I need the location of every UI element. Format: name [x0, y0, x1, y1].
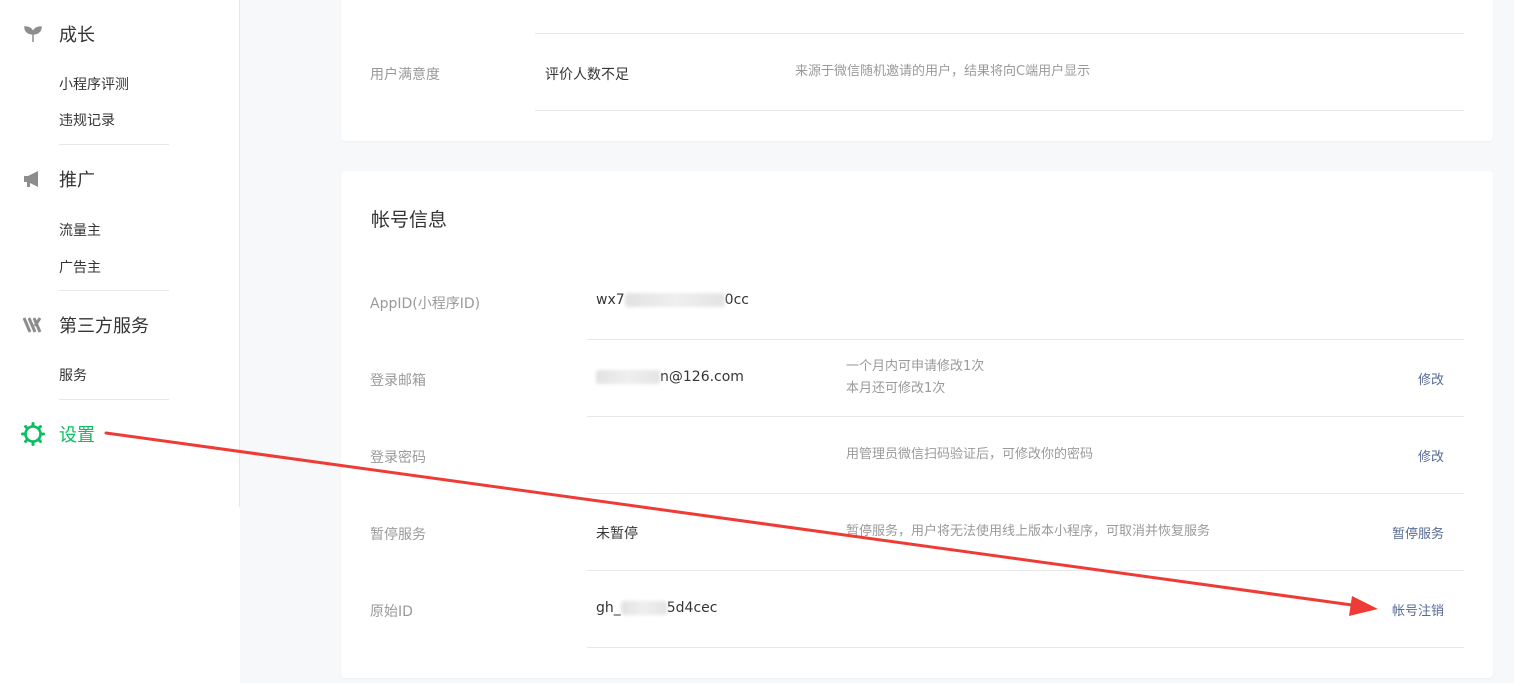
pause-service-link[interactable]: 暂停服务: [1392, 523, 1444, 542]
row-divider: [587, 493, 1464, 494]
pause-service-label: 暂停服务: [370, 527, 426, 543]
sidebar-divider: [59, 144, 169, 145]
satisfaction-value: 评价人数不足: [545, 67, 629, 83]
gear-icon: [20, 421, 46, 447]
edit-password-link[interactable]: 修改: [1418, 446, 1444, 465]
row-divider: [587, 339, 1464, 340]
email-desc: 一个月内可申请修改1次 本月还可修改1次: [846, 359, 985, 396]
redacted-blur: [620, 601, 667, 615]
appid-label: AppID(小程序ID): [370, 296, 481, 312]
sidebar-section-settings[interactable]: 设置: [20, 421, 95, 447]
sidebar-section-label: 第三方服务: [59, 316, 149, 337]
sidebar-section-promotion[interactable]: 推广: [20, 166, 95, 192]
card-title: 帐号信息: [371, 209, 448, 231]
original-id-value: gh_ 5d4cec: [596, 600, 718, 616]
account-info-card: 帐号信息 AppID(小程序ID) wx7 0cc 登录邮箱 n@126.com …: [341, 171, 1493, 678]
row-divider: [587, 570, 1464, 571]
sidebar-section-label: 推广: [59, 170, 95, 191]
sprout-icon: [20, 21, 46, 47]
appid-value: wx7 0cc: [596, 292, 749, 308]
third-party-service-icon: [20, 312, 46, 338]
delete-account-link[interactable]: 帐号注销: [1392, 600, 1444, 619]
sidebar-section-third-party[interactable]: 第三方服务: [20, 312, 149, 338]
sidebar-item-evaluation[interactable]: 小程序评测: [59, 74, 129, 94]
sidebar-divider: [59, 290, 169, 291]
sidebar-item-advertiser[interactable]: 广告主: [59, 257, 101, 277]
row-divider: [535, 110, 1464, 111]
sidebar-item-violations[interactable]: 违规记录: [59, 110, 115, 130]
row-divider: [535, 33, 1464, 34]
sidebar-item-traffic-owner[interactable]: 流量主: [59, 220, 101, 240]
edit-email-link[interactable]: 修改: [1418, 369, 1444, 388]
pause-service-value: 未暂停: [596, 526, 638, 542]
pause-service-desc: 暂停服务，用户将无法使用线上版本小程序，可取消并恢复服务: [846, 524, 1211, 539]
row-divider: [587, 647, 1464, 648]
sidebar-section-label: 成长: [59, 25, 95, 46]
sidebar-bottom: [0, 507, 240, 683]
quality-card: 用户满意度 评价人数不足 来源于微信随机邀请的用户，结果将向C端用户显示: [341, 0, 1493, 141]
row-divider: [587, 416, 1464, 417]
password-desc: 用管理员微信扫码验证后，可修改你的密码: [846, 447, 1094, 462]
password-label: 登录密码: [370, 450, 426, 466]
sidebar-section-label: 设置: [59, 425, 95, 446]
original-id-label: 原始ID: [370, 604, 413, 620]
sidebar-item-services[interactable]: 服务: [59, 365, 87, 385]
satisfaction-desc: 来源于微信随机邀请的用户，结果将向C端用户显示: [795, 64, 1091, 79]
sidebar-divider: [59, 399, 169, 400]
redacted-blur: [596, 370, 660, 384]
sidebar-section-growth[interactable]: 成长: [20, 21, 95, 47]
satisfaction-label: 用户满意度: [370, 67, 440, 83]
megaphone-icon: [20, 166, 46, 192]
sidebar: 成长 小程序评测 违规记录 推广 流量主 广告主 第三方服务 服务 设置: [0, 0, 240, 507]
redacted-blur: [624, 293, 725, 307]
email-label: 登录邮箱: [370, 373, 426, 389]
email-value: n@126.com: [596, 369, 744, 385]
